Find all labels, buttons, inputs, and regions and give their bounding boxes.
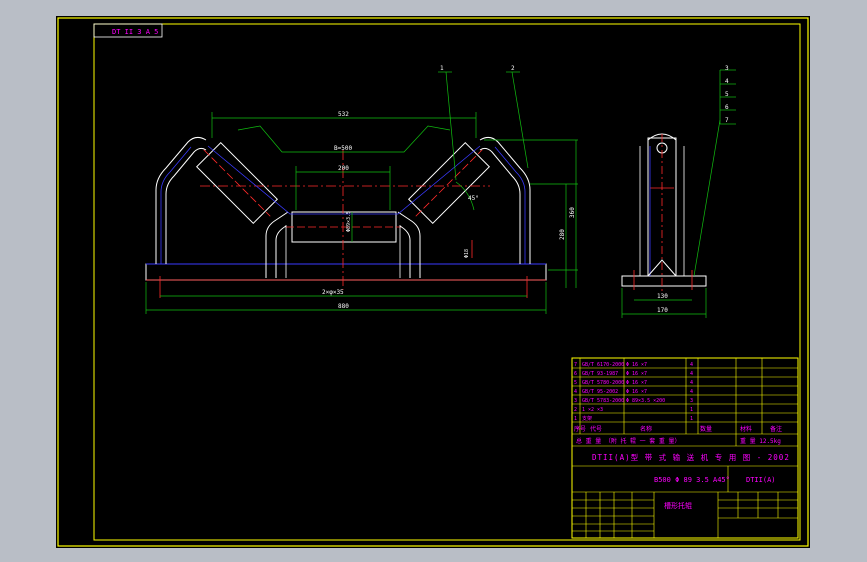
- dim-roller-h: 280: [559, 229, 566, 240]
- parts-row-no: 4: [574, 389, 577, 395]
- parts-row-name: GB/T 5780-2000: [582, 380, 624, 386]
- leader-3: 3: [725, 65, 729, 72]
- header-name: 名称: [640, 425, 652, 433]
- header-code: 代号: [590, 425, 602, 433]
- drawing-no: DTII(A): [746, 476, 776, 484]
- parts-row-qty: 4: [690, 362, 693, 368]
- parts-row-spec: Φ 16 ×7: [626, 380, 647, 386]
- parts-row-spec: Φ 89×3.5 ×200: [626, 398, 665, 404]
- dim-overall: 880: [338, 303, 349, 310]
- header-qty: 数量: [700, 425, 712, 433]
- drawing-code: DT II 3 A 5: [112, 28, 158, 36]
- parts-row-qty: 3: [690, 398, 693, 404]
- leader-2: 2: [511, 65, 515, 72]
- dim-bolt-span: 2×φ×35: [322, 289, 344, 296]
- parts-row-spec: Φ 16 ×7: [626, 389, 647, 395]
- dim-inner-span: B=500: [334, 145, 352, 152]
- drawing-sheet: [56, 16, 810, 548]
- series-title: DTII(A)型 带 式 输 送 机 专 用 图 - 2002: [592, 452, 790, 462]
- leader-6: 6: [725, 104, 729, 111]
- leader-5: 5: [725, 91, 729, 98]
- dim-side-inner-w: 130: [657, 293, 668, 300]
- parts-row-no: 5: [574, 380, 577, 386]
- parts-row-spec: Φ 16 ×7: [626, 371, 647, 377]
- parts-row-no: 1: [574, 416, 577, 422]
- parts-row-name: GB/T 6170-2000: [582, 362, 624, 368]
- part-name: 槽形托辊: [664, 501, 692, 510]
- parts-row-name: GB/T 5783-2000: [582, 398, 624, 404]
- header-note: 备注: [770, 425, 782, 433]
- leader-7: 7: [725, 117, 729, 124]
- leader-4: 4: [725, 78, 729, 85]
- dim-angle: 45°: [468, 195, 479, 202]
- summary-left: 总 重 量 （附 托 辊 一 套 重 量）: [576, 437, 681, 445]
- parts-row-qty: 4: [690, 389, 693, 395]
- dim-roller-dia: Φ89×3.5: [346, 211, 352, 232]
- parts-row-spec: Φ 16 ×7: [626, 362, 647, 368]
- cad-drawing-canvas: DT II 3 A 5 532 B=500 200 Φ89×3.5 360 28…: [56, 16, 810, 548]
- dim-roller-len: 200: [338, 165, 349, 172]
- parts-row-name: 1 ×2 ×3: [582, 407, 603, 413]
- model-spec: B500 Φ 89 3.5 A45°: [654, 476, 730, 484]
- dim-top-span: 532: [338, 111, 349, 118]
- header-no: 序号: [574, 425, 586, 433]
- parts-row-no: 6: [574, 371, 577, 377]
- parts-row-qty: 1: [690, 407, 693, 413]
- leader-1: 1: [440, 65, 444, 72]
- header-material: 材料: [740, 425, 752, 433]
- parts-row-no: 7: [574, 362, 577, 368]
- parts-row-qty: 4: [690, 380, 693, 386]
- parts-row-name: 支架: [582, 415, 592, 422]
- parts-row-qty: 1: [690, 416, 693, 422]
- parts-row-no: 2: [574, 407, 577, 413]
- dim-side-overall-w: 170: [657, 307, 668, 314]
- parts-row-no: 3: [574, 398, 577, 404]
- dim-slot: Φ18: [464, 249, 470, 258]
- parts-row-qty: 4: [690, 371, 693, 377]
- summary-right: 重 量 12.5kg: [740, 437, 781, 445]
- parts-row-name: GB/T 95-2002: [582, 389, 618, 395]
- parts-row-name: GB/T 93-1987: [582, 371, 618, 377]
- dim-side-h: 360: [569, 207, 576, 218]
